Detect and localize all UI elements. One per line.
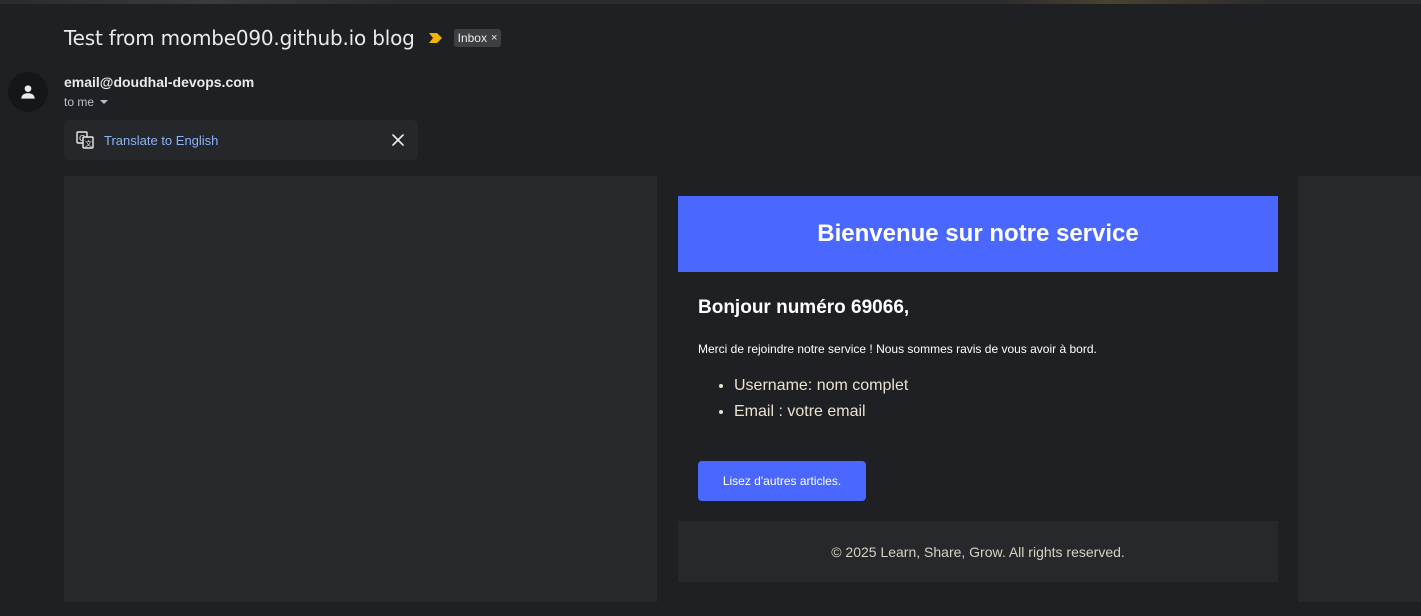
- read-more-articles-button[interactable]: Lisez d'autres articles.: [698, 461, 866, 501]
- email-subject: Test from mombe090.github.io blog: [64, 26, 415, 50]
- person-icon: [21, 85, 35, 99]
- account-details-list: Username: nom complet Email : votre emai…: [734, 376, 908, 428]
- translate-bar: G 文 Translate to English: [64, 120, 418, 160]
- email-body-background-left: [64, 176, 657, 602]
- email-footer: © 2025 Learn, Share, Grow. All rights re…: [678, 521, 1278, 582]
- recipient-label: to me: [64, 95, 95, 109]
- email-body-background-right: [1298, 176, 1421, 602]
- email-content-card: Bienvenue sur notre service Bonjour numé…: [678, 196, 1278, 582]
- greeting-heading: Bonjour numéro 69066,: [698, 297, 910, 318]
- list-item: Email : votre email: [734, 402, 908, 428]
- remove-label-icon[interactable]: ×: [491, 32, 497, 44]
- close-icon[interactable]: [390, 132, 406, 148]
- list-item: Username: nom complet: [734, 376, 908, 402]
- sender-address[interactable]: email@doudhal-devops.com: [64, 74, 254, 90]
- label-text: Inbox: [457, 31, 487, 45]
- intro-paragraph: Merci de rejoindre notre service ! Nous …: [698, 342, 1097, 356]
- recipient-details-toggle[interactable]: to me: [64, 95, 109, 109]
- subject-row: Test from mombe090.github.io blog Inbox …: [64, 24, 502, 52]
- translate-icon: G 文: [76, 131, 94, 149]
- sender-avatar[interactable]: [8, 72, 48, 112]
- inbox-label-chip[interactable]: Inbox ×: [453, 29, 502, 47]
- caret-down-icon: [100, 100, 109, 104]
- top-decor-strip: [0, 0, 1421, 4]
- svg-text:文: 文: [85, 139, 92, 148]
- welcome-header: Bienvenue sur notre service: [678, 196, 1278, 272]
- importance-marker-icon[interactable]: [428, 33, 442, 43]
- translate-to-english-link[interactable]: Translate to English: [104, 133, 218, 148]
